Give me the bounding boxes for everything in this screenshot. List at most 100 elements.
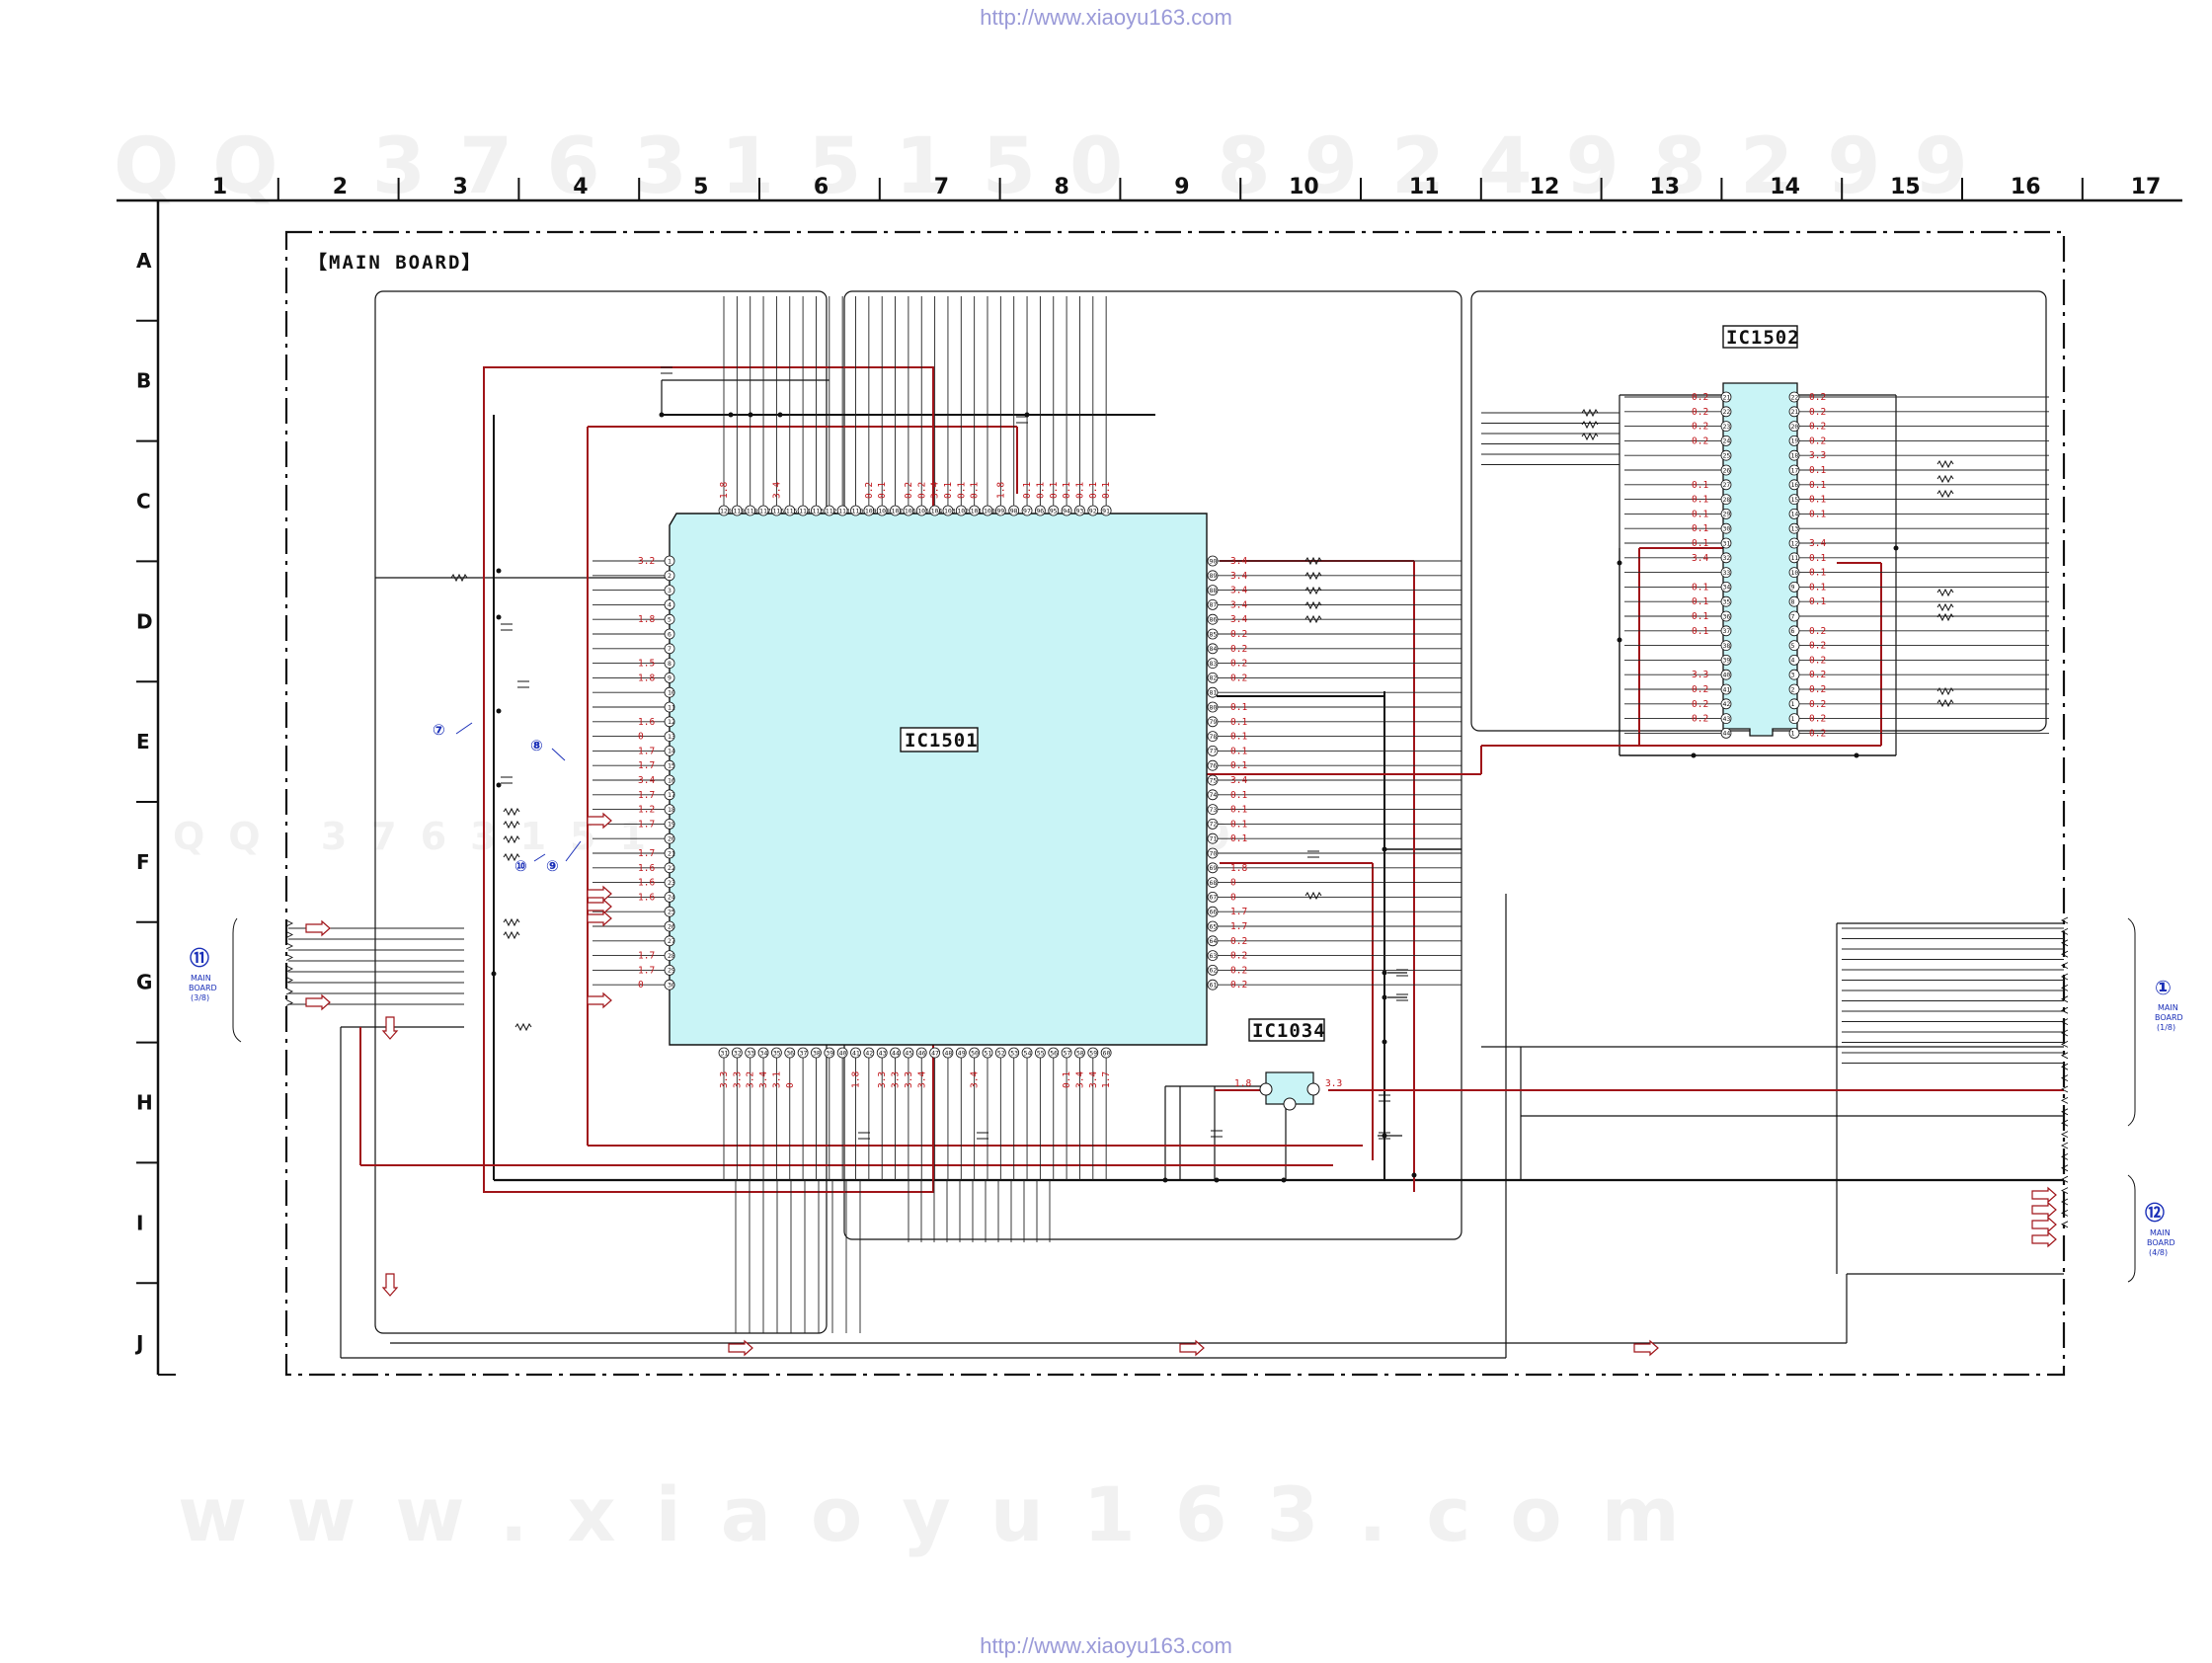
ic1502-pin-number: 23 (1723, 423, 1731, 431)
grid-row-label-H: H (136, 1091, 153, 1115)
connector-left[interactable]: ⑪ MAIN BOARD (3/8) (189, 917, 242, 1043)
ic1502-left-voltage: 0.2 (1692, 684, 1708, 695)
ic1502-pin-number: 4 (1791, 657, 1795, 665)
callout-10: ⑩ (514, 857, 527, 875)
ic1501-top-voltage: 0.1 (1074, 482, 1085, 499)
ic1501-pin-number: 33 (747, 1049, 754, 1057)
ic1501-left-voltage: 1.8 (638, 614, 655, 625)
connector-right-top[interactable]: ① MAIN BOARD (1/8) (2127, 917, 2183, 1127)
ic1501-pin-number: 57 (1064, 1049, 1071, 1057)
ic1502-left-voltage: 0.2 (1692, 422, 1708, 433)
ic1501-right-voltage: 3.4 (1230, 556, 1247, 567)
ic1501-pin-number: 73 (1210, 806, 1218, 814)
resistor (1581, 420, 1599, 430)
ic1501-pin-number: 42 (865, 1049, 873, 1057)
ic1501-pin-number: 97 (1023, 507, 1031, 515)
ic1501-pin-number: 90 (1210, 557, 1218, 565)
grid-row-label-A: A (136, 249, 152, 273)
ic1502-pin-number: 8 (1791, 598, 1795, 606)
ic1501-left-voltage: 1.8 (638, 673, 655, 683)
ic1501-pin-number: 3 (668, 587, 672, 594)
grid-col-label-15: 15 (1890, 175, 1921, 199)
ic1501-pin-number: 50 (971, 1049, 979, 1057)
ic1502-right-voltage: 0.2 (1809, 641, 1826, 652)
junction-dot (1691, 752, 1697, 758)
ic1501-pin-number: 104 (931, 507, 943, 515)
ic1502-left-voltage: 0.2 (1692, 392, 1708, 403)
ic1501-top-voltage: 0.1 (1101, 482, 1112, 499)
ic1501-pin-number: 16 (668, 776, 675, 784)
ic1501-pin-number: 6 (668, 630, 672, 638)
grid-col-label-13: 13 (1650, 175, 1681, 199)
signal-arrow (2031, 1230, 2057, 1248)
resistor (503, 930, 520, 940)
ic1502-pin-number: 36 (1723, 612, 1731, 620)
grid-col-label-11: 11 (1409, 175, 1440, 199)
ic1502-left-voltage: 0.2 (1692, 436, 1708, 446)
connector-right-bottom-line2: BOARD (2147, 1238, 2175, 1247)
ic1501-right-voltage: 0 (1230, 878, 1236, 889)
ic1501-right-voltage: 0.1 (1230, 702, 1247, 713)
ic1501-pin-number: 76 (1210, 762, 1218, 770)
ic1501-right-voltage: 0.1 (1230, 746, 1247, 756)
ic1502-pin-number: 13 (1791, 525, 1799, 533)
ic1502-pin-number: 17 (1791, 466, 1799, 474)
footer-url[interactable]: http://www.xiaoyu163.com (0, 1633, 2212, 1659)
ic1034-voltage-out: 3.3 (1325, 1078, 1342, 1089)
ic1502-pin-number: 27 (1723, 481, 1731, 489)
board-title: 【MAIN BOARD】 (308, 251, 482, 274)
ic1501-pin-number: 78 (1210, 733, 1218, 741)
grid-col-label-16: 16 (2011, 175, 2041, 199)
ic1501-pin-number: 65 (1210, 922, 1218, 930)
resistor (1936, 459, 1954, 469)
ic1501-top-voltage: 0.1 (943, 482, 954, 499)
ic1501-right-voltage: 3.4 (1230, 599, 1247, 610)
ic1034: IC1034 1.8 3.3 (1234, 1018, 1342, 1111)
ic1501-bottom-voltage: 3.4 (758, 1071, 769, 1088)
ic1501-left-voltage: 1.6 (638, 892, 655, 903)
callout-9: ⑨ (546, 857, 559, 875)
connector-right-top-line2: BOARD (2155, 1013, 2183, 1022)
ic1501-pin-number: 11 (668, 703, 675, 711)
ic1501-pin-number: 28 (668, 952, 675, 960)
ic1501-pin-number: 25 (668, 909, 675, 916)
ic1502-left-voltage: 3.4 (1692, 553, 1708, 564)
ic1502-left-voltage: 0.2 (1692, 699, 1708, 710)
ic1501-left-voltage: 1.5 (638, 659, 655, 670)
ic1501-pin-number: 49 (958, 1049, 966, 1057)
ic1501-pin-number: 41 (852, 1049, 860, 1057)
ic1501-pin-number: 103 (944, 507, 956, 515)
ic1501-left-voltage: 1.2 (638, 805, 655, 816)
ic1501-left-voltage: 1.6 (638, 878, 655, 889)
ic1502-right-voltage: 0.1 (1809, 582, 1826, 593)
ic1502-right-voltage: 0.1 (1809, 596, 1826, 607)
ic1501-pin-number: 45 (905, 1049, 912, 1057)
ic1501-pin-number: 18 (668, 806, 675, 814)
connector-left-line2: BOARD (189, 984, 217, 992)
signal-arrow (2031, 1201, 2057, 1219)
ic1501-pin-number: 88 (1210, 587, 1218, 594)
ic1501-pin-number: 37 (800, 1049, 808, 1057)
ic1501: IC1501 (669, 513, 1208, 1046)
ic1501-pin-number: 10 (668, 689, 675, 697)
ic1502-pin-number: 35 (1723, 598, 1731, 606)
ic1501-left-voltage: 1.7 (638, 819, 655, 830)
grid-row-label-G: G (136, 971, 152, 994)
ic1501-pin-number: 80 (1210, 703, 1218, 711)
ic1502-right-voltage: 3.3 (1809, 450, 1826, 461)
ic1501-pin-number: 43 (879, 1049, 887, 1057)
ic1501-left-voltage: 1.7 (638, 965, 655, 976)
ic1502-right-voltage: 0.2 (1809, 422, 1826, 433)
left-pin-mark (285, 954, 294, 961)
ic1501-right-voltage: 0.2 (1230, 659, 1247, 670)
ic1502-right-voltage: 0.1 (1809, 553, 1826, 564)
ic1501-pin-number: 117 (759, 507, 771, 515)
connector-right-bottom[interactable]: ⑫ MAIN BOARD (4/8) (2127, 1174, 2175, 1283)
ic1501-pin-number: 89 (1210, 572, 1218, 580)
ic1502-pin-number: 40 (1723, 672, 1731, 679)
ic1501-left-voltage: 3.4 (638, 775, 655, 786)
ic1501-pin-number: 68 (1210, 879, 1218, 887)
ic1501-pin-number: 27 (668, 937, 675, 945)
ic1502-right-voltage: 0.2 (1809, 714, 1826, 725)
ic1501-right-voltage: 0.1 (1230, 717, 1247, 728)
